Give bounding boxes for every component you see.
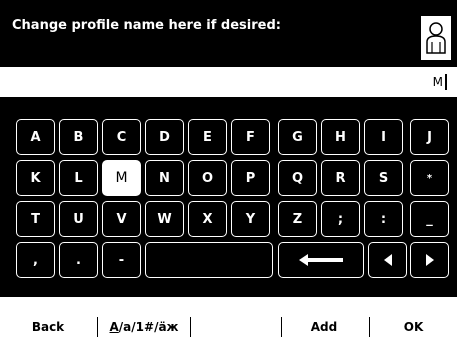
triangle-left-icon bbox=[383, 254, 392, 266]
input-mode-options: /a/1#/äж bbox=[118, 320, 179, 334]
key-z[interactable]: Z bbox=[278, 201, 317, 237]
profile-name-field[interactable]: M bbox=[0, 67, 457, 97]
key-n[interactable]: N bbox=[145, 160, 184, 196]
key-y[interactable]: Y bbox=[231, 201, 270, 237]
softkey-bar: Back A/a/1#/äж Add OK bbox=[0, 312, 457, 342]
back-button[interactable]: Back bbox=[10, 312, 86, 342]
add-button[interactable]: Add bbox=[282, 312, 366, 342]
key-comma[interactable]: , bbox=[16, 242, 55, 278]
key-u[interactable]: U bbox=[59, 201, 98, 237]
page-title: Change profile name here if desired: bbox=[12, 18, 281, 33]
input-mode-button[interactable]: A/a/1#/äж bbox=[98, 312, 190, 342]
cursor-left-button[interactable] bbox=[368, 242, 407, 278]
key-a[interactable]: A bbox=[16, 119, 55, 155]
user-profile-icon bbox=[420, 15, 452, 61]
triangle-right-icon bbox=[425, 254, 434, 266]
key-r[interactable]: R bbox=[321, 160, 360, 196]
key-space[interactable] bbox=[145, 242, 273, 278]
key-asterisk[interactable]: * bbox=[410, 160, 449, 196]
arrow-left-icon bbox=[299, 254, 343, 266]
key-underscore[interactable]: _ bbox=[410, 201, 449, 237]
key-k[interactable]: K bbox=[16, 160, 55, 196]
profile-name-value: M bbox=[432, 75, 443, 89]
key-period[interactable]: . bbox=[59, 242, 98, 278]
screen: Change profile name here if desired: M A… bbox=[0, 0, 457, 342]
key-m-selected[interactable]: M bbox=[102, 160, 141, 196]
header: Change profile name here if desired: bbox=[0, 0, 457, 67]
key-d[interactable]: D bbox=[145, 119, 184, 155]
key-o[interactable]: O bbox=[188, 160, 227, 196]
key-q[interactable]: Q bbox=[278, 160, 317, 196]
key-hyphen[interactable]: - bbox=[102, 242, 141, 278]
key-x[interactable]: X bbox=[188, 201, 227, 237]
input-mode-current: A bbox=[109, 320, 119, 334]
key-semicolon[interactable]: ; bbox=[321, 201, 360, 237]
key-colon[interactable]: : bbox=[364, 201, 403, 237]
key-i[interactable]: I bbox=[364, 119, 403, 155]
cursor-right-button[interactable] bbox=[410, 242, 449, 278]
ok-button[interactable]: OK bbox=[370, 312, 457, 342]
key-h[interactable]: H bbox=[321, 119, 360, 155]
key-backspace[interactable] bbox=[278, 242, 364, 278]
key-j[interactable]: J bbox=[410, 119, 449, 155]
key-w[interactable]: W bbox=[145, 201, 184, 237]
key-e[interactable]: E bbox=[188, 119, 227, 155]
key-t[interactable]: T bbox=[16, 201, 55, 237]
on-screen-keyboard: A B C D E F G H I J K L M N O P Q R S * … bbox=[0, 97, 457, 297]
key-g[interactable]: G bbox=[278, 119, 317, 155]
key-c[interactable]: C bbox=[102, 119, 141, 155]
key-f[interactable]: F bbox=[231, 119, 270, 155]
key-s[interactable]: S bbox=[364, 160, 403, 196]
key-v[interactable]: V bbox=[102, 201, 141, 237]
softkey-divider bbox=[190, 317, 191, 337]
key-p[interactable]: P bbox=[231, 160, 270, 196]
text-caret bbox=[445, 74, 447, 90]
key-l[interactable]: L bbox=[59, 160, 98, 196]
key-b[interactable]: B bbox=[59, 119, 98, 155]
